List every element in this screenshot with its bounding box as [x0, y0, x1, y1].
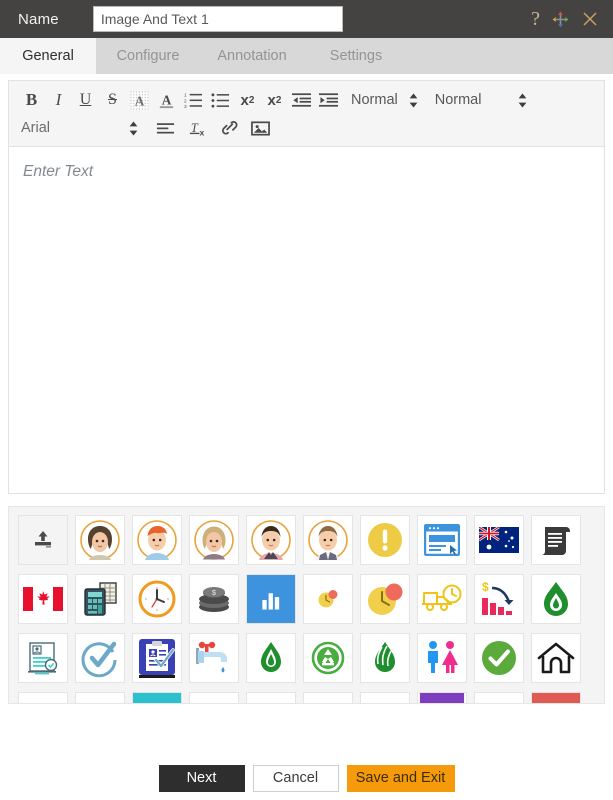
canada-flag-icon[interactable]: [18, 574, 68, 624]
restroom-signs-icon[interactable]: [417, 633, 467, 683]
editor-toolbar: B I U S A A 1 2 3 x 2 x 2 Normal Normal …: [8, 80, 605, 146]
clock-alert-icon[interactable]: [360, 574, 410, 624]
svg-text:1: 1: [184, 92, 187, 98]
red-bar-icon[interactable]: [531, 692, 581, 703]
tab-bar: General Configure Annotation Settings: [0, 38, 613, 74]
clipboard-check-icon[interactable]: [132, 633, 182, 683]
next-button[interactable]: Next: [158, 764, 245, 792]
home-outline-icon[interactable]: [531, 633, 581, 683]
browser-window-icon[interactable]: [417, 515, 467, 565]
tab-general[interactable]: General: [0, 38, 96, 74]
clock-icon[interactable]: [132, 574, 182, 624]
svg-text:T: T: [191, 121, 199, 135]
font-family-select[interactable]: Arial: [21, 120, 139, 136]
chevron-updown-icon: [128, 121, 139, 136]
dark-square-icon[interactable]: [246, 692, 296, 703]
svg-text:3: 3: [184, 104, 187, 109]
document-verify-icon[interactable]: [18, 633, 68, 683]
tab-settings[interactable]: Settings: [304, 38, 408, 74]
toolbar-row-2: Arial T x: [19, 114, 600, 142]
move-arrows-icon[interactable]: [551, 10, 570, 29]
green-check-circle-icon[interactable]: [474, 633, 524, 683]
blue-flag-icon[interactable]: [474, 692, 524, 703]
calculator-icon[interactable]: [75, 574, 125, 624]
avatar-man-suit-icon[interactable]: [303, 515, 353, 565]
save-and-exit-button[interactable]: Save and Exit: [346, 764, 455, 792]
avatar-woman-brown-hair-icon[interactable]: [75, 515, 125, 565]
align-icon[interactable]: [153, 116, 178, 140]
green-flame-leaf-icon[interactable]: [246, 633, 296, 683]
font-size-select[interactable]: Normal: [435, 92, 529, 108]
insert-image-icon[interactable]: [248, 116, 273, 140]
navy-circle-icon[interactable]: [303, 692, 353, 703]
text-editor-body[interactable]: Enter Text: [8, 146, 605, 494]
highlight-color-icon[interactable]: A: [127, 88, 152, 112]
icon-grid: $ $: [18, 515, 604, 703]
italic-icon[interactable]: I: [46, 88, 71, 112]
scroll-document-icon[interactable]: [531, 515, 581, 565]
close-x-icon[interactable]: [581, 10, 599, 28]
flame-leaves-icon[interactable]: [360, 633, 410, 683]
superscript-icon[interactable]: x2: [262, 88, 287, 112]
ordered-list-icon[interactable]: 1 2 3: [181, 88, 206, 112]
svg-text:$: $: [212, 590, 216, 597]
clear-formatting-icon[interactable]: T x: [186, 116, 211, 140]
icon-picker-panel[interactable]: $ $: [8, 506, 605, 704]
orange-arc-icon[interactable]: [18, 692, 68, 703]
dialog-titlebar: Name ?: [0, 0, 613, 38]
strikethrough-icon[interactable]: S: [100, 88, 125, 112]
subscript-icon[interactable]: x2: [235, 88, 260, 112]
heading-format-select[interactable]: Normal: [351, 92, 419, 108]
warning-exclamation-icon[interactable]: [360, 515, 410, 565]
water-tap-icon[interactable]: [189, 633, 239, 683]
avatar-woman-blonde-icon[interactable]: [189, 515, 239, 565]
question-mark-icon[interactable]: ?: [531, 9, 540, 29]
recycle-circle-icon[interactable]: [303, 633, 353, 683]
outdent-icon[interactable]: [289, 88, 314, 112]
coins-stack-icon[interactable]: $: [189, 574, 239, 624]
svg-text:A: A: [135, 93, 145, 108]
cost-reduction-chart-icon[interactable]: $: [474, 574, 524, 624]
avatar-man-dark-hair-icon[interactable]: [246, 515, 296, 565]
svg-text:2: 2: [184, 98, 187, 104]
tab-configure[interactable]: Configure: [96, 38, 200, 74]
australia-flag-icon[interactable]: [474, 515, 524, 565]
small-clock-dot-icon[interactable]: [303, 574, 353, 624]
dialog-footer: Next Cancel Save and Exit: [0, 756, 613, 800]
chevron-updown-icon: [408, 93, 419, 108]
rich-text-editor: B I U S A A 1 2 3 x 2 x 2 Normal Normal …: [0, 74, 613, 494]
indent-icon[interactable]: [316, 88, 341, 112]
unordered-list-icon[interactable]: [208, 88, 233, 112]
insert-link-icon[interactable]: [217, 116, 242, 140]
bar-chart-tile-icon[interactable]: [246, 574, 296, 624]
name-input[interactable]: [92, 6, 343, 32]
toolbar-row-1: B I U S A A 1 2 3 x 2 x 2 Normal Normal: [19, 86, 600, 114]
navy-arc-icon[interactable]: [360, 692, 410, 703]
editor-placeholder: Enter Text: [23, 163, 94, 180]
purple-bar-icon[interactable]: [417, 692, 467, 703]
svg-text:A: A: [162, 92, 172, 107]
orange-dome-icon[interactable]: [75, 692, 125, 703]
delivery-truck-time-icon[interactable]: [417, 574, 467, 624]
svg-text:x: x: [199, 128, 204, 137]
avatar-man-red-hair-icon[interactable]: [132, 515, 182, 565]
check-circle-outline-icon[interactable]: [75, 633, 125, 683]
cancel-button[interactable]: Cancel: [252, 764, 339, 792]
underline-icon[interactable]: U: [73, 88, 98, 112]
tab-annotation[interactable]: Annotation: [200, 38, 304, 74]
name-label: Name: [18, 10, 59, 28]
svg-text:$: $: [482, 580, 489, 594]
text-color-icon[interactable]: A: [154, 88, 179, 112]
teal-bar-icon[interactable]: [132, 692, 182, 703]
bold-icon[interactable]: B: [19, 88, 44, 112]
blue-shape-icon[interactable]: [189, 692, 239, 703]
green-flame-icon[interactable]: [531, 574, 581, 624]
chevron-updown-icon: [517, 93, 528, 108]
upload-icon[interactable]: [18, 515, 68, 565]
dialog-window: Name ? General Confi: [0, 0, 613, 800]
